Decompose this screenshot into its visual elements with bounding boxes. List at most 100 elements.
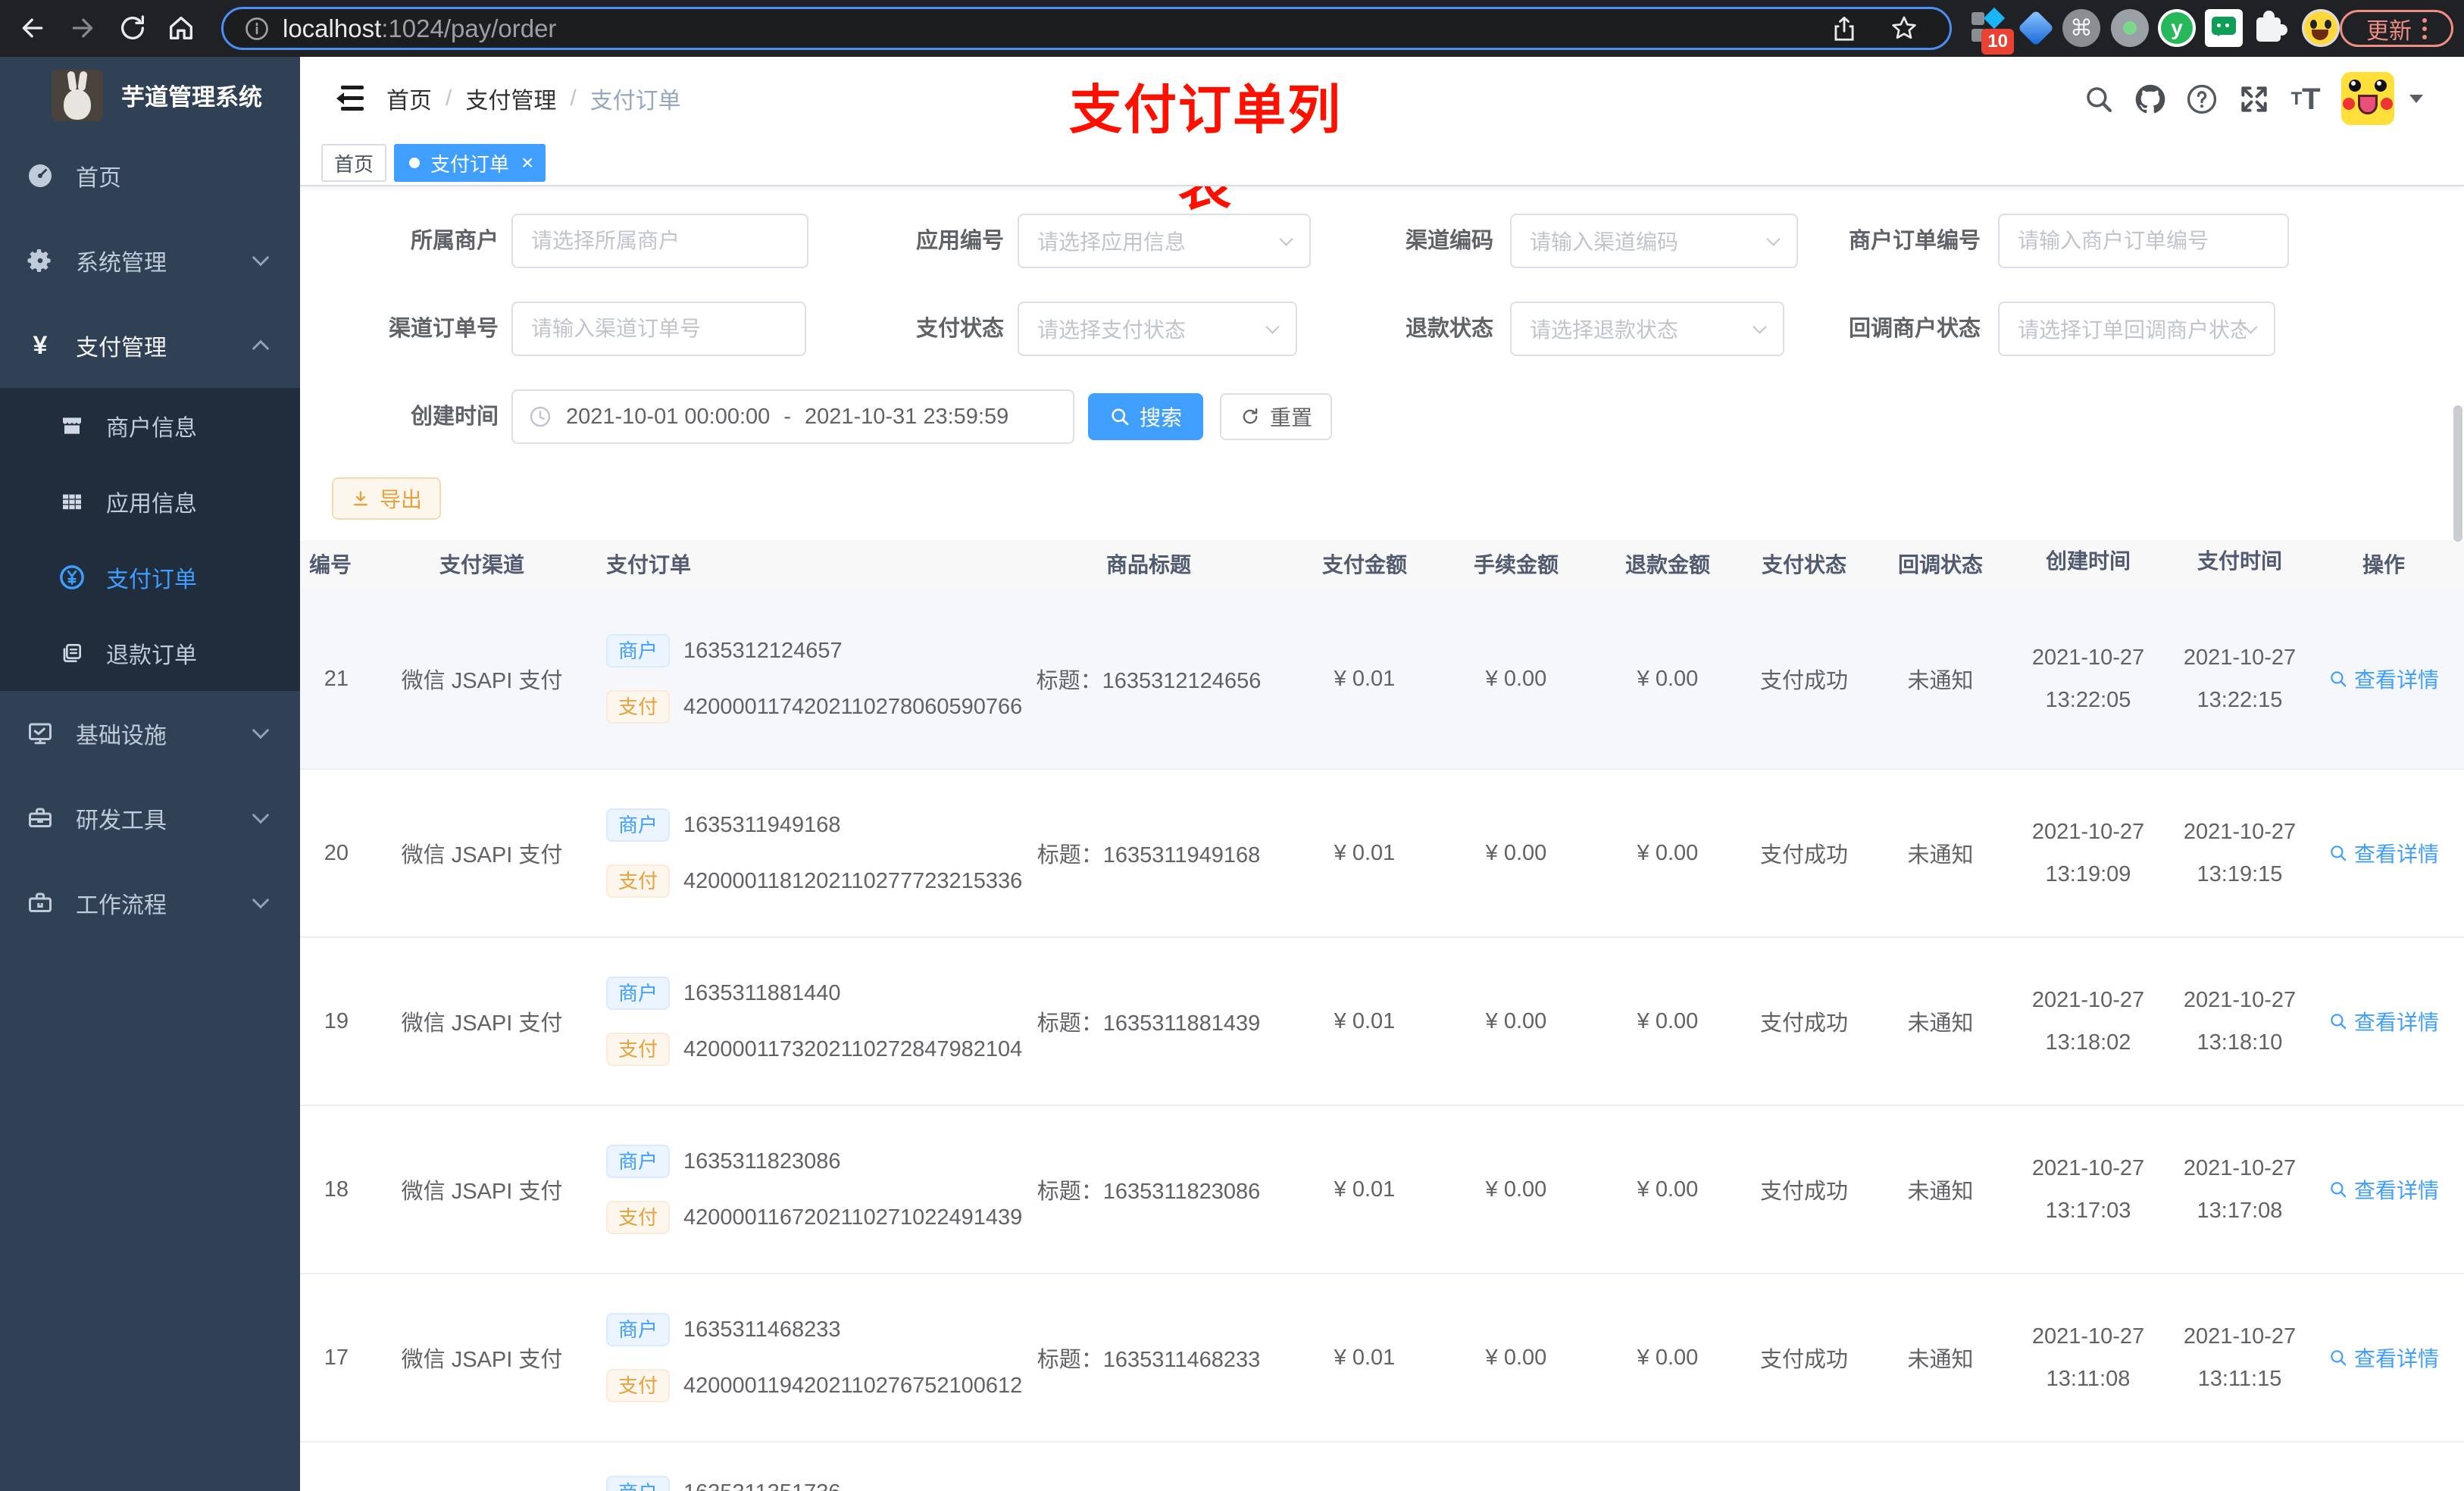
extension-gem-icon[interactable] [2017,9,2055,47]
col-channel: 支付渠道 [439,553,524,577]
filter-label-merchant: 所属商户 [410,229,499,253]
browser-back-icon[interactable] [15,11,50,45]
browser-forward-icon[interactable] [65,11,100,45]
date-start: 2021-10-01 00:00:00 [566,404,771,429]
active-dot-icon [409,158,420,168]
avatar-caret-icon[interactable] [2409,95,2423,110]
bookmark-star-icon[interactable] [1889,14,1919,44]
sidebar-item-pay-order[interactable]: 支付订单 [0,539,300,615]
reset-button[interactable]: 重置 [1220,393,1332,440]
browser-menu-icon [2422,17,2427,39]
sidebar-item-merchant-info[interactable]: 商户信息 [0,388,300,464]
app-select[interactable]: 请选择应用信息 [1018,214,1311,268]
sidebar-item-system[interactable]: 系统管理 [0,218,300,303]
view-detail-link[interactable]: 查看详情 [2328,1006,2439,1036]
browser-update-button[interactable]: 更新 [2340,10,2453,47]
font-size-icon[interactable]: TT [2284,78,2327,120]
search-button[interactable]: 搜索 [1088,393,1203,440]
tags-view-bar: 首页 支付订单 × [300,140,2464,186]
export-button[interactable]: 导出 [332,477,441,520]
view-detail-link[interactable]: 查看详情 [2328,664,2439,694]
scrollbar-thumb[interactable] [2453,405,2462,542]
merchant-order-input[interactable] [1998,214,2289,268]
view-detail-link[interactable]: 查看详情 [2328,838,2439,868]
fullscreen-icon[interactable] [2233,78,2275,120]
breadcrumb-payment[interactable]: 支付管理 [465,82,556,115]
url-host: localhost [283,14,382,42]
extension-record-icon[interactable] [2111,9,2149,47]
table-header: 编号 支付渠道 支付订单 商品标题 支付金额 手续金额 退款金额 支付状态 回调… [300,540,2464,589]
chevron-down-icon [1766,231,1781,246]
date-end: 2021-10-31 23:59:59 [804,404,1009,429]
col-pay-order: 支付订单 [606,553,692,577]
view-detail-link[interactable]: 查看详情 [2328,1343,2439,1373]
col-fee: 手续金额 [1473,553,1559,577]
sidebar-collapse-icon[interactable] [330,81,365,116]
tab-pay-order[interactable]: 支付订单 × [394,144,546,182]
browser-reload-icon[interactable] [115,11,150,45]
extension-tasks-icon[interactable]: 10 [1970,7,2014,55]
date-range-picker[interactable]: 2021-10-01 00:00:00 - 2021-10-31 23:59:5… [511,389,1074,444]
sidebar-item-devtools[interactable]: 研发工具 [0,776,300,861]
breadcrumb: 首页 / 支付管理 / 支付订单 [386,57,681,140]
sidebar-item-infra[interactable]: 基础设施 [0,691,300,776]
sidebar-logo[interactable]: 芋道管理系统 [0,57,300,133]
table-row[interactable]: 18 微信 JSAPI 支付 商户 1635311823086 支付 4200001… [300,1106,2464,1274]
filter-label-pay-status: 支付状态 [915,317,1004,341]
callback-status-select[interactable]: 请选择订单回调商户状态 [1998,302,2275,356]
chevron-down-icon [2244,319,2258,334]
sidebar: 芋道管理系统 首页 系统管理 ¥ 支付管理 商户信息 应用信息 支付订单 退款订… [0,57,300,1491]
logo-rabbit-image [52,69,103,121]
share-icon[interactable] [1830,14,1859,43]
github-icon[interactable] [2129,78,2172,120]
col-notify-status: 回调状态 [1897,553,1983,577]
search-icon[interactable] [2078,78,2120,120]
refund-status-select[interactable]: 请选择退款状态 [1510,302,1784,356]
sidebar-item-app-info[interactable]: 应用信息 [0,464,300,539]
breadcrumb-home[interactable]: 首页 [386,82,432,115]
grid-icon [59,489,85,514]
sidebar-item-label: 应用信息 [106,492,197,517]
channel-code-select[interactable]: 请输入渠道编码 [1510,214,1798,268]
channel-order-input[interactable] [511,302,806,356]
table-row[interactable]: 19 微信 JSAPI 支付 商户 1635311881440 支付 4200001… [300,938,2464,1106]
sidebar-item-refund-order[interactable]: 退款订单 [0,615,300,691]
sidebar-item-payment[interactable]: ¥ 支付管理 [0,303,300,388]
help-icon[interactable] [2181,78,2223,120]
sidebar-item-workflow[interactable]: 工作流程 [0,861,300,946]
extension-puzzle-icon[interactable] [2252,9,2290,47]
profile-emoji-icon[interactable] [2302,9,2340,47]
extension-chat-icon[interactable] [2205,9,2243,47]
pay-status-select[interactable]: 请选择支付状态 [1018,302,1297,356]
tab-home[interactable]: 首页 [321,144,386,182]
sidebar-item-label: 支付管理 [76,336,167,361]
extension-command-icon[interactable]: ⌘ [2062,9,2100,47]
sidebar-item-label: 商户信息 [106,416,197,441]
pay-tag: 支付 [606,864,671,898]
chevron-down-icon [252,891,270,909]
extension-y-icon[interactable]: y [2158,9,2196,47]
table-row[interactable]: 21 微信 JSAPI 支付 商户 1635312124657 支付 4200001… [300,589,2464,770]
payment-submenu: 商户信息 应用信息 支付订单 退款订单 [0,388,300,691]
table-row[interactable]: 17 微信 JSAPI 支付 商户 1635311468233 支付 4200001… [300,1274,2464,1443]
browser-home-icon[interactable] [164,11,199,45]
page-info-icon[interactable] [243,15,270,42]
yen-icon: ¥ [33,330,48,360]
magnifier-icon [2331,1350,2347,1366]
pay-tag: 支付 [606,1369,671,1402]
sidebar-item-label: 支付订单 [106,567,197,592]
table-row[interactable]: 20 微信 JSAPI 支付 商户 1635311949168 支付 4200001… [300,770,2464,938]
refresh-icon [1243,408,1258,424]
yen-circle-icon [59,564,85,590]
tab-close-icon[interactable]: × [521,151,533,175]
sidebar-item-label: 基础设施 [76,724,167,749]
url-bar[interactable]: localhost:1024/pay/order [221,7,1952,50]
merchant-input[interactable] [511,214,808,268]
user-avatar[interactable] [2341,72,2394,125]
sidebar-item-home[interactable]: 首页 [0,133,300,218]
pay-tag: 支付 [606,690,671,724]
view-detail-link[interactable]: 查看详情 [2328,1174,2439,1205]
chevron-up-icon [252,339,270,358]
table-row[interactable]: 商户1635311351736 [300,1443,2464,1491]
store-icon [59,413,85,439]
